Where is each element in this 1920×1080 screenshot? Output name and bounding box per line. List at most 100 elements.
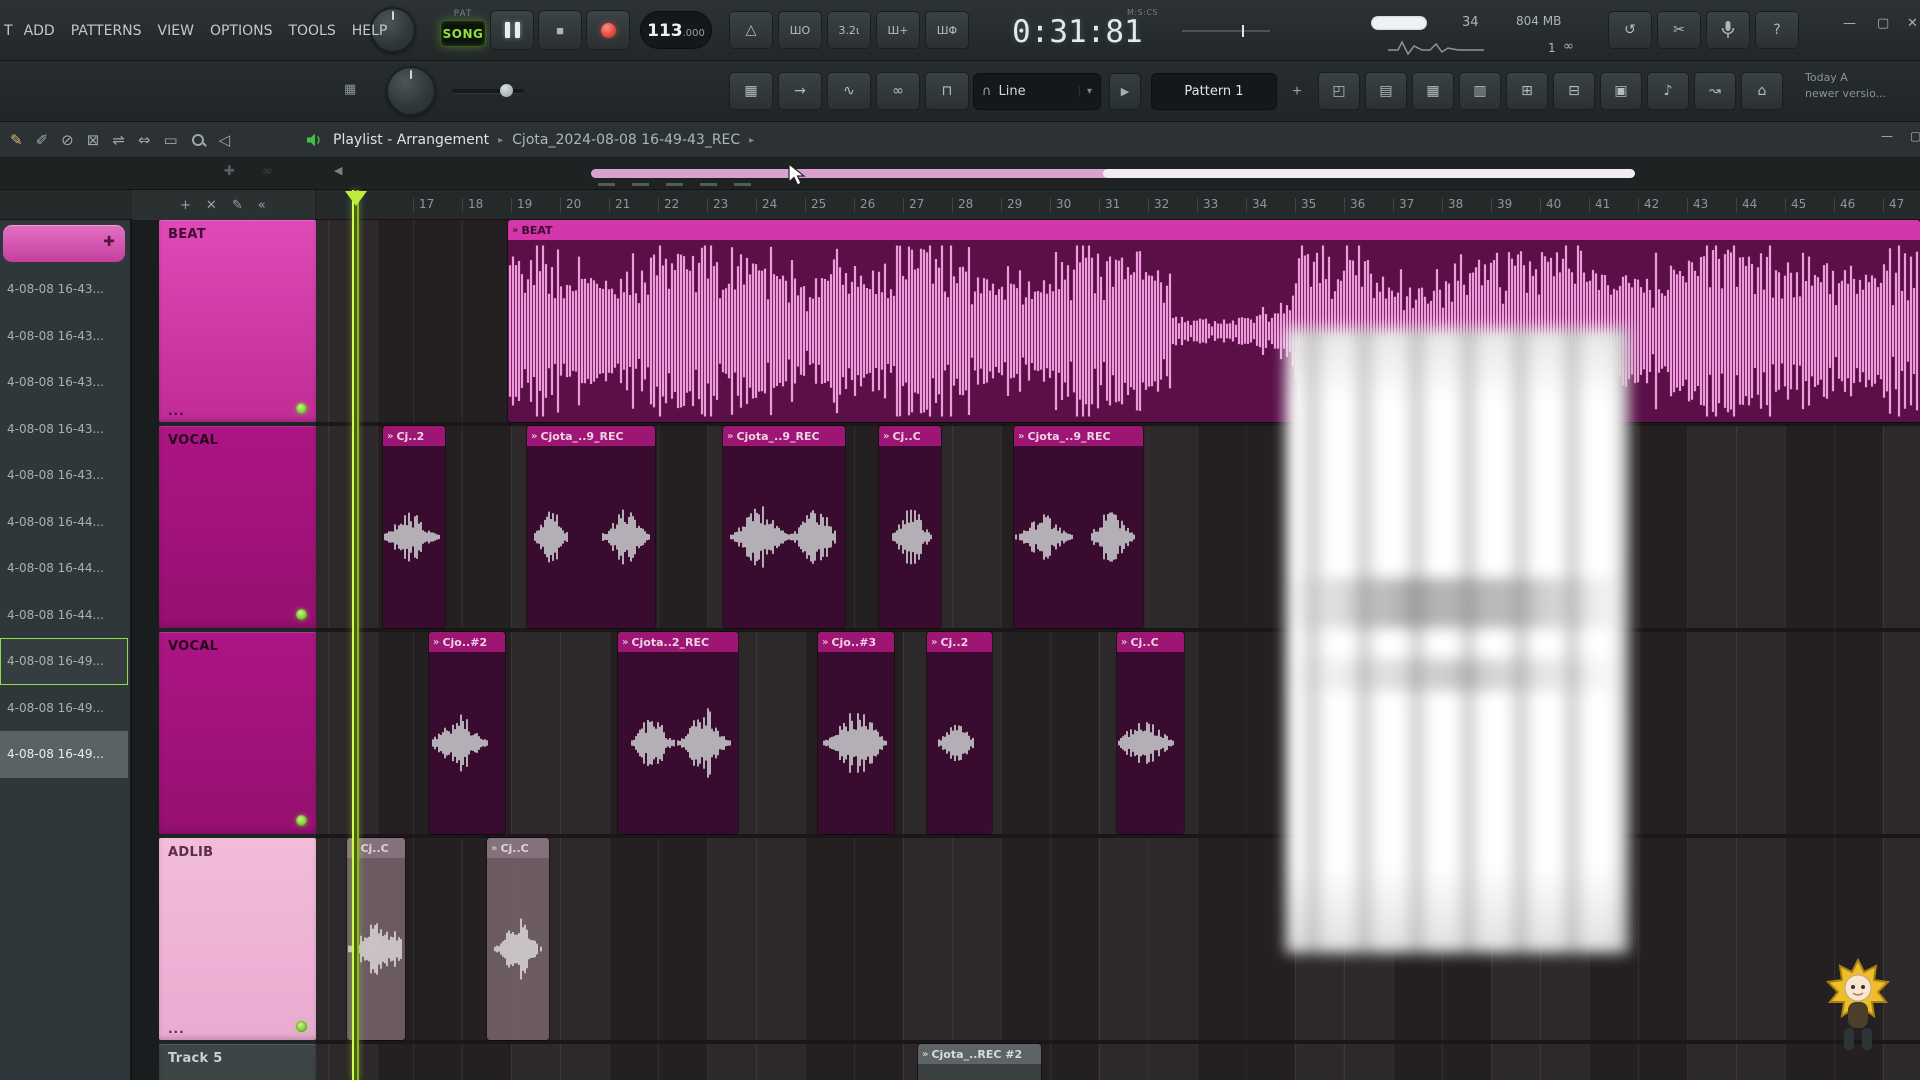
audio-clip[interactable]: »Cj..2: [927, 632, 992, 834]
rename-button[interactable]: ✎: [232, 199, 243, 212]
mic-button[interactable]: [1706, 11, 1750, 49]
menu-item-tools[interactable]: TOOLS: [280, 23, 343, 39]
browser-item[interactable]: 4-08-08 16-44...: [0, 499, 128, 546]
tempo-display[interactable]: 113.000: [640, 11, 712, 49]
track-header-adlib[interactable]: ADLIB...: [159, 838, 316, 1040]
delete-tool[interactable]: ⊘: [61, 131, 74, 149]
cut-button[interactable]: ✂: [1657, 11, 1701, 49]
browser-item[interactable]: 4-08-08 16-49...: [0, 731, 128, 778]
playlist-minimize-button[interactable]: —: [1881, 129, 1893, 143]
menu-item-help[interactable]: HELP: [344, 23, 396, 39]
audio-clip[interactable]: »Cj..C: [879, 426, 941, 628]
playlist-title[interactable]: Playlist - Arrangement: [333, 132, 489, 148]
horizontal-scrollbar[interactable]: [591, 169, 1635, 178]
blend-recording-button[interactable]: ШO: [778, 11, 822, 49]
scrub-handle[interactable]: [1242, 25, 1244, 37]
track-enabled-led[interactable]: [296, 815, 307, 826]
playhead-marker[interactable]: [345, 191, 367, 206]
close-button[interactable]: ✕: [1907, 16, 1918, 31]
snap-grid-button[interactable]: ▦: [729, 72, 773, 110]
audio-clip[interactable]: »Cjota_..9_REC: [527, 426, 655, 628]
step-edit-button[interactable]: ШΦ: [925, 11, 969, 49]
audio-clip[interactable]: »Cj..C: [487, 838, 549, 1040]
paint-tool[interactable]: ✐: [36, 131, 49, 149]
slip-tool[interactable]: ⇌: [112, 131, 125, 149]
hat-button[interactable]: ⊓: [925, 72, 969, 110]
step-sequencer-button[interactable]: →: [778, 72, 822, 110]
panel-icon-2[interactable]: ▤: [1365, 72, 1407, 110]
audio-clip[interactable]: »Cj..C: [1117, 632, 1184, 834]
panel-icon-8[interactable]: ♪: [1647, 72, 1689, 110]
minimize-button[interactable]: —: [1843, 16, 1856, 31]
delete-button[interactable]: ✕: [206, 199, 217, 212]
playlist-grid[interactable]: »BEAT »Cj..2 »Cjota_..9_REC »Cjota_..9_REC »…: [316, 220, 1920, 1080]
track-enabled-led[interactable]: [296, 609, 307, 620]
panel-icon-4[interactable]: ▥: [1459, 72, 1501, 110]
dragged-sample-item[interactable]: ✚: [3, 225, 125, 262]
panel-icon-5[interactable]: ⊞: [1506, 72, 1548, 110]
scroll-left-button[interactable]: ◀: [334, 164, 342, 177]
audio-clip[interactable]: »Cjo..#3: [818, 632, 894, 834]
audio-clip[interactable]: »Cjota_..REC #2: [918, 1044, 1041, 1080]
clip-header[interactable]: »Cj..C: [487, 838, 549, 858]
add-pattern-button[interactable]: +: [1284, 73, 1310, 110]
countdown-button[interactable]: 3.2ι: [827, 11, 871, 49]
clip-header[interactable]: »Cjota_..9_REC: [527, 426, 655, 446]
metronome-button[interactable]: △: [729, 11, 773, 49]
scrollbar-thumb[interactable]: [1103, 169, 1635, 178]
browser-item[interactable]: 4-08-08 16-44...: [0, 592, 128, 639]
clip-header[interactable]: »Cjota_..9_REC: [1014, 426, 1143, 446]
browser-item[interactable]: 4-08-08 16-43...: [0, 406, 128, 453]
clip-header[interactable]: »Cjota_..REC #2: [918, 1044, 1041, 1064]
stop-button[interactable]: ■: [538, 10, 582, 50]
menu-item-partial[interactable]: T: [3, 23, 16, 39]
panel-icon-3[interactable]: ▦: [1412, 72, 1454, 110]
zoom-tool[interactable]: [191, 133, 206, 148]
playback-tool[interactable]: ◁: [219, 131, 231, 149]
playlist-maximize-button[interactable]: ▢: [1910, 129, 1920, 143]
browser-item[interactable]: 4-08-08 16-43...: [0, 313, 128, 360]
menu-item-view[interactable]: VIEW: [150, 23, 202, 39]
loop-record-button[interactable]: Ш+: [876, 11, 920, 49]
browser-item[interactable]: 4-08-08 16-43...: [0, 359, 128, 406]
time-display[interactable]: 0:31:81 M:S:CS: [1012, 5, 1154, 57]
scrub-slider[interactable]: [1182, 30, 1270, 32]
track-enabled-led[interactable]: [296, 1021, 307, 1032]
browser-item[interactable]: 4-08-08 16-44...: [0, 545, 128, 592]
portamento-button[interactable]: ∿: [827, 72, 871, 110]
audio-clip[interactable]: »BEAT: [508, 220, 1920, 422]
pause-button[interactable]: [490, 10, 534, 50]
clip-header[interactable]: »Cjo..#2: [429, 632, 505, 652]
maximize-button[interactable]: ▢: [1877, 16, 1889, 31]
mute-tool[interactable]: ⊠: [87, 131, 100, 149]
menu-item-patterns[interactable]: PATTERNS: [63, 23, 150, 39]
browser-item[interactable]: 4-08-08 16-49...: [0, 638, 128, 685]
typing-keyboard-icon[interactable]: ▦: [344, 82, 356, 97]
track-header-track-5[interactable]: Track 5: [159, 1044, 316, 1080]
clip-header[interactable]: »Cj..2: [927, 632, 992, 652]
select-tool[interactable]: ▭: [163, 131, 177, 149]
track-header-vocal[interactable]: VOCAL: [159, 426, 316, 628]
panel-icon-7[interactable]: ▣: [1600, 72, 1642, 110]
panel-icon-1[interactable]: ◰: [1318, 72, 1360, 110]
pat-mode-label[interactable]: PAT: [440, 9, 486, 19]
menu-item-options[interactable]: OPTIONS: [202, 23, 281, 39]
link-notes-button[interactable]: ∞: [876, 72, 920, 110]
panel-icon-6[interactable]: ⊟: [1553, 72, 1595, 110]
clip-header[interactable]: »Cjota_..9_REC: [723, 426, 845, 446]
browser-item[interactable]: 4-08-08 16-43...: [0, 452, 128, 499]
snap-selector[interactable]: ∩ Line ▾: [973, 73, 1101, 110]
update-notification[interactable]: Today A newer versio...: [1805, 70, 1917, 102]
pencil-tool[interactable]: ✎: [10, 131, 23, 149]
browser-item[interactable]: 4-08-08 16-49...: [0, 685, 128, 732]
shuffle-slider[interactable]: [452, 89, 524, 93]
browser-item[interactable]: 4-08-08 16-43...: [0, 266, 128, 313]
audio-clip[interactable]: »Cjota_..9_REC: [723, 426, 845, 628]
track-header-beat[interactable]: BEAT...: [159, 220, 316, 422]
record-button[interactable]: [586, 10, 630, 50]
clip-header[interactable]: »Cj..C: [879, 426, 941, 446]
clip-header[interactable]: »Cjota..2_REC: [618, 632, 738, 652]
track-header-vocal[interactable]: VOCAL: [159, 632, 316, 834]
audio-clip[interactable]: »Cjo..#2: [429, 632, 505, 834]
ruler-numbers[interactable]: 1718192021222324252627282930313233343536…: [316, 190, 1920, 220]
